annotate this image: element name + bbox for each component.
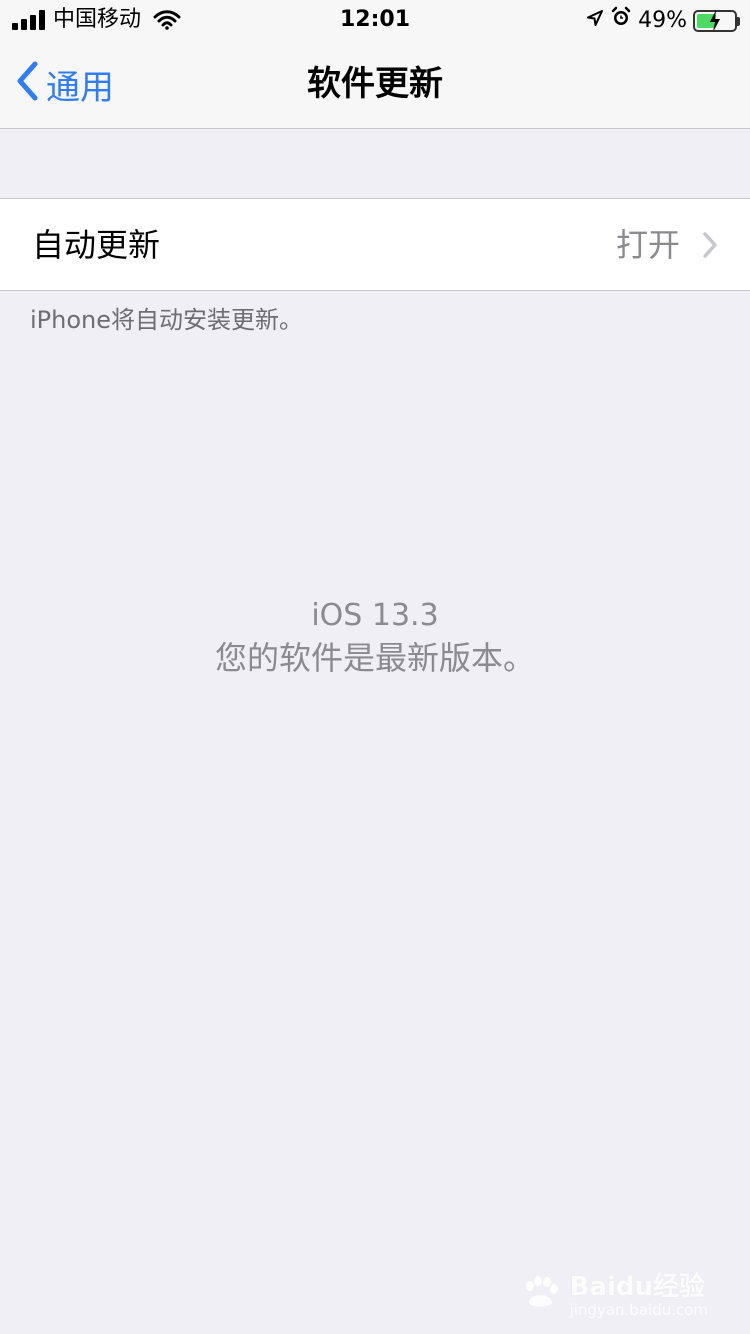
watermark-text: Baidu经验	[569, 1272, 705, 1302]
location-icon	[586, 7, 604, 35]
auto-update-value: 打开	[615, 226, 680, 264]
battery-percent: 49%	[638, 8, 687, 33]
battery-icon	[693, 10, 740, 32]
navigation-bar: 通用 软件更新	[0, 40, 750, 129]
chevron-right-icon	[702, 231, 718, 263]
auto-update-label: 自动更新	[32, 226, 161, 264]
version-block: iOS 13.3 您的软件是最新版本。	[0, 596, 750, 680]
ios-version: iOS 13.3	[311, 598, 439, 633]
alarm-icon	[610, 6, 632, 36]
battery-shell	[693, 10, 737, 32]
watermark-url: jingyan.baidu.com	[569, 1301, 708, 1319]
auto-update-description: iPhone将自动安装更新。	[30, 306, 304, 334]
auto-update-row[interactable]: 自动更新 打开	[0, 198, 750, 291]
update-status: 您的软件是最新版本。	[214, 639, 535, 677]
status-right: 49%	[586, 6, 740, 36]
page-title: 软件更新	[307, 64, 443, 104]
paw-icon	[520, 1275, 562, 1315]
status-bar: 中国移动 12:01 49%	[0, 0, 750, 40]
watermark: Baidu经验 jingyan.baidu.com	[520, 1272, 708, 1318]
